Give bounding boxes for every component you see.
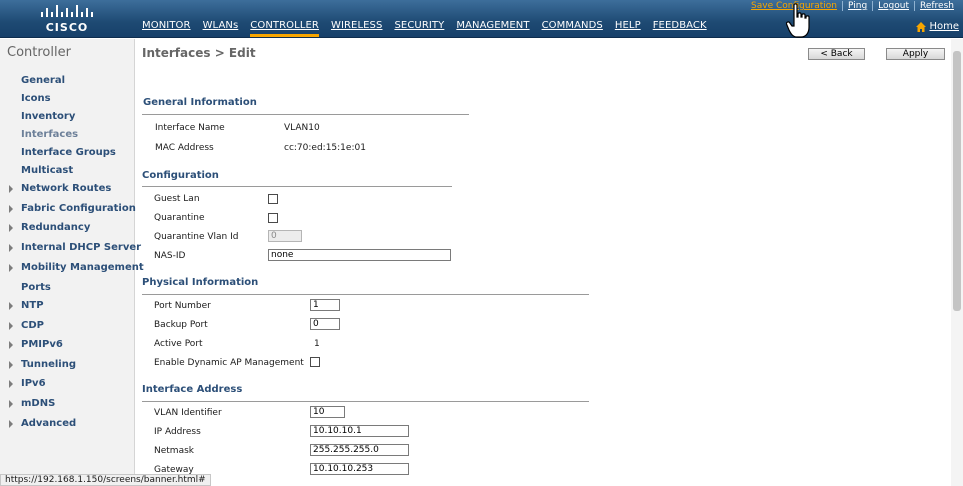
sidebar: Controller General Icons Inventory Inter… [0, 39, 144, 486]
section-title-general: General Information [143, 97, 257, 108]
dynamic-ap-checkbox[interactable] [310, 357, 320, 367]
sidebar-item-redundancy[interactable]: Redundancy [21, 222, 90, 233]
home-link[interactable]: Home [916, 21, 959, 32]
expand-arrow-icon[interactable] [9, 224, 13, 232]
sidebar-item-tunneling[interactable]: Tunneling [21, 359, 76, 370]
ping-link[interactable]: Ping [842, 1, 872, 11]
backup-port-input[interactable]: 0 [310, 318, 340, 330]
refresh-link[interactable]: Refresh [914, 1, 959, 11]
active-port-label: Active Port [154, 339, 203, 349]
expand-arrow-icon[interactable] [9, 185, 13, 193]
sidebar-item-ntp[interactable]: NTP [21, 300, 44, 311]
sidebar-item-network-routes[interactable]: Network Routes [21, 183, 111, 194]
sidebar-item-ipv6[interactable]: IPv6 [21, 378, 46, 389]
mac-address-value: cc:70:ed:15:1e:01 [284, 143, 366, 153]
expand-arrow-icon[interactable] [9, 380, 13, 388]
expand-arrow-icon[interactable] [9, 322, 13, 330]
ip-address-label: IP Address [154, 427, 201, 437]
backup-port-label: Backup Port [154, 320, 208, 330]
port-number-label: Port Number [154, 301, 211, 311]
sidebar-item-mobility-management[interactable]: Mobility Management [21, 262, 144, 273]
sidebar-item-internal-dhcp-server[interactable]: Internal DHCP Server [21, 242, 141, 253]
mac-address-label: MAC Address [155, 143, 214, 153]
guest-lan-label: Guest Lan [154, 194, 200, 204]
sidebar-item-multicast[interactable]: Multicast [21, 165, 73, 176]
quarantine-label: Quarantine [154, 213, 205, 223]
expand-arrow-icon[interactable] [9, 341, 13, 349]
page-title: Interfaces > Edit [142, 46, 256, 60]
expand-arrow-icon[interactable] [9, 205, 13, 213]
nav-monitor[interactable]: MONITOR [142, 20, 191, 37]
ip-address-input[interactable]: 10.10.10.1 [310, 425, 409, 437]
section-divider [142, 186, 452, 187]
nas-id-label: NAS-ID [154, 251, 186, 261]
top-navigation-bar: CISCO MONITOR WLANs CONTROLLER WIRELESS … [0, 0, 963, 38]
section-title-configuration: Configuration [142, 170, 219, 181]
nav-wireless[interactable]: WIRELESS [331, 20, 383, 37]
sidebar-item-pmipv6[interactable]: PMIPv6 [21, 339, 63, 350]
sidebar-item-interfaces[interactable]: Interfaces [21, 129, 78, 140]
sidebar-item-fabric-configuration[interactable]: Fabric Configuration [21, 203, 136, 214]
vlan-identifier-input[interactable]: 10 [310, 406, 345, 418]
quarantine-vlan-label: Quarantine Vlan Id [154, 232, 239, 242]
sidebar-title: Controller [7, 45, 71, 60]
nav-feedback[interactable]: FEEDBACK [653, 20, 707, 37]
gateway-input[interactable]: 10.10.10.253 [310, 463, 409, 475]
section-title-address: Interface Address [142, 384, 243, 395]
nav-help[interactable]: HELP [615, 20, 641, 37]
guest-lan-checkbox[interactable] [268, 194, 278, 204]
expand-arrow-icon[interactable] [9, 420, 13, 428]
expand-arrow-icon[interactable] [9, 302, 13, 310]
expand-arrow-icon[interactable] [9, 244, 13, 252]
cisco-logo-text: CISCO [46, 21, 89, 34]
netmask-label: Netmask [154, 446, 194, 456]
logout-link[interactable]: Logout [872, 1, 914, 11]
apply-button[interactable]: Apply [886, 48, 945, 60]
section-title-physical: Physical Information [142, 277, 259, 288]
nav-controller[interactable]: CONTROLLER [250, 20, 319, 37]
quarantine-checkbox[interactable] [268, 213, 278, 223]
section-divider [142, 401, 589, 402]
nav-security[interactable]: SECURITY [394, 20, 444, 37]
hand-cursor-icon [786, 3, 810, 38]
section-divider [142, 114, 469, 115]
nav-commands[interactable]: COMMANDS [542, 20, 603, 37]
sidebar-item-general[interactable]: General [21, 75, 65, 86]
scrollbar-thumb[interactable] [953, 51, 961, 311]
nav-wlans[interactable]: WLANs [203, 20, 239, 37]
sidebar-item-mdns[interactable]: mDNS [21, 398, 55, 409]
netmask-input[interactable]: 255.255.255.0 [310, 444, 409, 456]
browser-status-bar: https://192.168.1.150/screens/banner.htm… [0, 474, 211, 486]
sidebar-item-inventory[interactable]: Inventory [21, 111, 75, 122]
sidebar-item-advanced[interactable]: Advanced [21, 418, 76, 429]
expand-arrow-icon[interactable] [9, 264, 13, 272]
sidebar-item-ports[interactable]: Ports [21, 282, 51, 293]
sidebar-item-cdp[interactable]: CDP [21, 320, 44, 331]
dynamic-ap-label: Enable Dynamic AP Management [154, 358, 304, 368]
expand-arrow-icon[interactable] [9, 400, 13, 408]
section-divider [142, 294, 589, 295]
cisco-logo: CISCO [41, 5, 93, 34]
active-port-value: 1 [314, 339, 320, 349]
vlan-identifier-label: VLAN Identifier [154, 408, 222, 418]
scrollbar[interactable] [951, 39, 963, 486]
nav-management[interactable]: MANAGEMENT [456, 20, 529, 37]
nas-id-input[interactable]: none [268, 249, 451, 261]
sidebar-item-icons[interactable]: Icons [21, 93, 51, 104]
port-number-input[interactable]: 1 [310, 299, 340, 311]
quarantine-vlan-input[interactable]: 0 [268, 230, 302, 242]
interface-name-value: VLAN10 [284, 123, 320, 133]
home-label: Home [929, 21, 959, 32]
top-links: Save Configuration Ping Logout Refresh [746, 1, 959, 11]
interface-name-label: Interface Name [155, 123, 225, 133]
home-icon [916, 21, 927, 32]
expand-arrow-icon[interactable] [9, 361, 13, 369]
main-nav: MONITOR WLANs CONTROLLER WIRELESS SECURI… [142, 20, 719, 37]
back-button[interactable]: < Back [808, 48, 865, 60]
sidebar-item-interface-groups[interactable]: Interface Groups [21, 147, 116, 158]
